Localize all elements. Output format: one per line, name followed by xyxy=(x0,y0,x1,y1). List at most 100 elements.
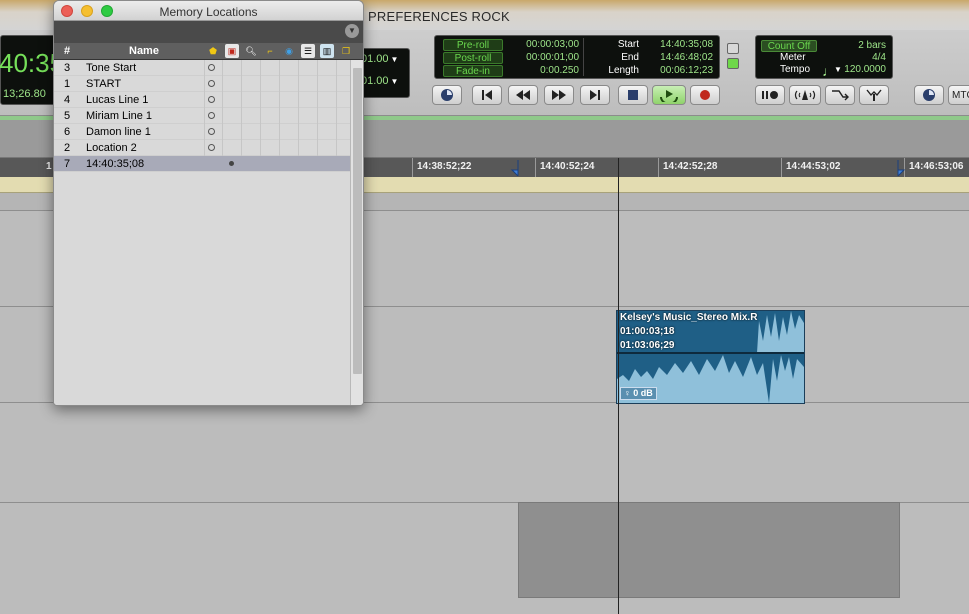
start-label: Start xyxy=(617,39,639,50)
preroll-value[interactable]: 00:00:03;00 xyxy=(509,39,579,51)
ruler-tick xyxy=(535,158,536,177)
metronome-icon xyxy=(794,89,816,101)
mtc-button[interactable]: MTC xyxy=(948,85,969,105)
memory-locations-title: Memory Locations xyxy=(159,5,258,19)
record-icon xyxy=(699,89,711,101)
column-divider xyxy=(298,60,299,156)
main-counter[interactable]: 40:35 13;26.80 xyxy=(0,35,64,105)
selection-end-marker-icon[interactable] xyxy=(896,160,906,176)
online-sync-button[interactable] xyxy=(914,85,944,105)
ruler-tick xyxy=(658,158,659,177)
zoom-column-icon[interactable]: 🔍︎ xyxy=(244,44,258,58)
ruler-label: 14:38:52;22 xyxy=(417,161,472,172)
clip-start-time: 01:00:03;18 xyxy=(620,326,675,337)
ruler-tick xyxy=(412,158,413,177)
meter-value[interactable]: 4/4 xyxy=(872,52,886,64)
preroll-button[interactable]: Pre-roll xyxy=(443,39,503,51)
return-to-zero-button[interactable] xyxy=(472,85,502,105)
pre-post-roll-column-icon[interactable]: ⌐ xyxy=(263,44,277,58)
group-enables-column-icon[interactable]: ▥ xyxy=(320,44,334,58)
name-column-header[interactable]: Name xyxy=(129,45,159,57)
options-menu-button[interactable]: ▼ xyxy=(345,24,359,38)
marker-column-icon[interactable]: ⬟ xyxy=(206,44,220,58)
meter-label: Meter xyxy=(780,52,806,63)
selection-start-marker-icon[interactable] xyxy=(510,160,520,176)
audio-clip[interactable]: Kelsey's Music_Stereo Mix.R 01:00:03;18 … xyxy=(616,310,805,404)
marker-icon xyxy=(208,128,215,135)
fast-forward-button[interactable] xyxy=(544,85,574,105)
transport-counters: Pre-roll 00:00:03;00 Post-roll 00:00:01;… xyxy=(434,35,720,79)
tempo-value[interactable]: 120.0000 xyxy=(844,64,886,76)
conductor-button[interactable] xyxy=(859,85,889,105)
memory-location-row[interactable]: 6 Damon line 1 xyxy=(54,124,350,140)
column-divider xyxy=(222,60,223,156)
sub-counter-value: 13;26.80 xyxy=(3,88,46,100)
chevron-down-icon: ▼ xyxy=(390,77,399,86)
wait-for-note-button[interactable] xyxy=(755,85,785,105)
memory-location-row-selected[interactable]: 7 14:40:35;08 xyxy=(54,156,350,172)
link-edit-indicator[interactable] xyxy=(727,58,739,69)
link-timeline-indicator[interactable] xyxy=(727,43,739,54)
memory-locations-scrollbar[interactable] xyxy=(350,60,363,405)
memory-location-row[interactable]: 4 Lucas Line 1 xyxy=(54,92,350,108)
fadein-button[interactable]: Fade-in xyxy=(443,65,503,77)
rewind-icon xyxy=(516,90,530,100)
nudge-value[interactable]: 01.00 ▼ xyxy=(361,75,398,87)
start-value[interactable]: 14:40:35;08 xyxy=(641,39,713,51)
midi-merge-button[interactable] xyxy=(825,85,855,105)
rewind-button[interactable] xyxy=(508,85,538,105)
chevron-down-icon[interactable]: ▼ xyxy=(834,65,842,74)
stop-button[interactable] xyxy=(618,85,648,105)
memory-location-row[interactable]: 2 Location 2 xyxy=(54,140,350,156)
go-to-end-button[interactable] xyxy=(580,85,610,105)
chevron-down-icon: ▼ xyxy=(390,55,399,64)
marker-icon xyxy=(208,144,215,151)
playhead-line[interactable] xyxy=(618,158,619,614)
end-value[interactable]: 14:46:48;02 xyxy=(641,52,713,64)
length-label: Length xyxy=(608,65,639,76)
clock-icon xyxy=(922,88,936,102)
metronome-button[interactable] xyxy=(789,85,821,105)
track-lane[interactable] xyxy=(0,402,969,502)
tempo-label: Tempo xyxy=(780,64,811,75)
track-height-column-icon[interactable]: ☰ xyxy=(301,44,315,58)
count-off-bars[interactable]: 2 bars xyxy=(858,40,886,52)
window-config-column-icon[interactable]: ❐ xyxy=(339,44,353,58)
postroll-value[interactable]: 00:00:01;00 xyxy=(509,52,579,64)
memory-location-row[interactable]: 5 Miriam Line 1 xyxy=(54,108,350,124)
end-label: End xyxy=(621,52,639,63)
session-title: PREFERENCES ROCK xyxy=(368,9,510,24)
clock-icon xyxy=(440,88,454,102)
postroll-button[interactable]: Post-roll xyxy=(443,52,503,64)
ruler-label: 14:44:53;02 xyxy=(786,161,841,172)
timeline-selection[interactable] xyxy=(518,502,900,598)
memory-locations-titlebar[interactable]: Memory Locations xyxy=(54,1,363,21)
memory-locations-header: # Name ⬟ ▣ 🔍︎ ⌐ ◉ ☰ ▥ ❐ xyxy=(54,43,363,60)
memory-location-row[interactable]: 3 Tone Start xyxy=(54,60,350,76)
midi-controls: Count Off 2 bars Meter 4/4 Tempo ♩ ▼ 120… xyxy=(755,35,893,79)
online-button[interactable] xyxy=(432,85,462,105)
marker-icon xyxy=(208,80,215,87)
number-column-header[interactable]: # xyxy=(64,45,70,57)
gain-icon: ♀ xyxy=(624,388,634,398)
column-divider xyxy=(241,60,242,156)
count-off-button[interactable]: Count Off xyxy=(761,40,817,52)
clip-end-time: 01:03:06;29 xyxy=(620,340,675,351)
selection-column-icon[interactable]: ▣ xyxy=(225,44,239,58)
track-show-hide-column-icon[interactable]: ◉ xyxy=(282,44,296,58)
length-value[interactable]: 00:06:12;23 xyxy=(641,65,713,77)
fadein-value[interactable]: 0:00.250 xyxy=(509,65,579,77)
scrollbar-thumb[interactable] xyxy=(353,68,362,374)
conductor-icon xyxy=(866,88,882,102)
record-button[interactable] xyxy=(690,85,720,105)
grid-value[interactable]: 01.00 ▼ xyxy=(361,53,398,65)
memory-location-row[interactable]: 1 START xyxy=(54,76,350,92)
marker-icon xyxy=(208,112,215,119)
memory-locations-window: Memory Locations ▼ # Name ⬟ ▣ 🔍︎ ⌐ ◉ ☰ ▥… xyxy=(53,0,364,406)
clip-gain-badge[interactable]: ♀ 0 dB xyxy=(620,387,657,400)
fast-forward-icon xyxy=(552,90,566,100)
column-divider xyxy=(336,60,337,156)
ruler-label: 14:46:53;06 xyxy=(909,161,964,172)
play-loop-button[interactable] xyxy=(652,85,686,105)
memory-locations-toolbar: ▼ xyxy=(54,21,363,43)
